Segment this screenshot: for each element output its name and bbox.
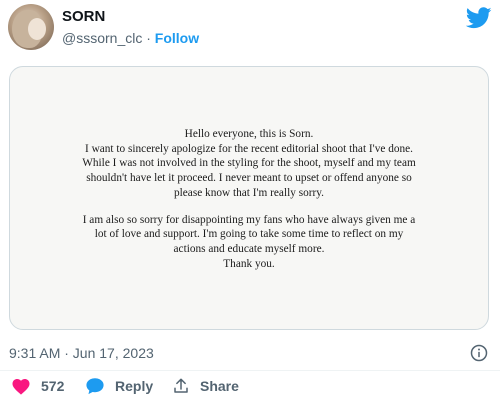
share-button[interactable]: Share xyxy=(172,377,239,395)
statement-line: I am also so sorry for disappointing my … xyxy=(82,213,416,226)
share-label: Share xyxy=(200,378,239,394)
twitter-bird-icon[interactable] xyxy=(466,7,492,29)
follow-link[interactable]: Follow xyxy=(155,30,199,46)
like-button[interactable]: 572 xyxy=(11,377,64,395)
statement-line: Hello everyone, this is Sorn. xyxy=(184,128,314,140)
display-name[interactable]: SORN xyxy=(62,8,105,25)
share-upload-icon xyxy=(174,378,188,393)
statement-line: lot of love and support. I'm going to ta… xyxy=(94,228,404,241)
statement-line: Thank you. xyxy=(223,257,275,270)
statement-line: actions and educate myself more. xyxy=(173,242,325,255)
heart-icon xyxy=(12,379,30,395)
like-count: 572 xyxy=(41,378,65,394)
avatar[interactable] xyxy=(8,4,54,50)
speech-bubble-icon xyxy=(86,378,104,395)
reply-label: Reply xyxy=(115,378,154,394)
handle[interactable]: @sssorn_clc xyxy=(62,30,142,46)
reply-button[interactable]: Reply xyxy=(85,377,153,395)
statement-line: please know that I'm really sorry. xyxy=(174,186,324,199)
statement-line: I want to sincerely apologize for the re… xyxy=(85,142,413,155)
statement-image[interactable]: Hello everyone, this is Sorn. I want to … xyxy=(9,66,489,330)
handle-row: @sssorn_clc · Follow xyxy=(62,30,199,46)
statement-line: shouldn't have let it proceed. I never m… xyxy=(86,172,412,185)
info-icon[interactable] xyxy=(470,344,488,362)
timestamp[interactable]: 9:31 AM · Jun 17, 2023 xyxy=(9,345,154,361)
statement-line: While I was not involved in the styling … xyxy=(82,157,416,170)
handle-separator: · xyxy=(142,30,155,46)
avatar-face xyxy=(28,18,46,40)
action-bar: 572 Reply Share xyxy=(0,370,500,402)
statement-text: Hello everyone, this is Sorn. I want to … xyxy=(10,127,488,271)
tweet: SORN @sssorn_clc · Follow Hello everyone… xyxy=(0,0,500,401)
